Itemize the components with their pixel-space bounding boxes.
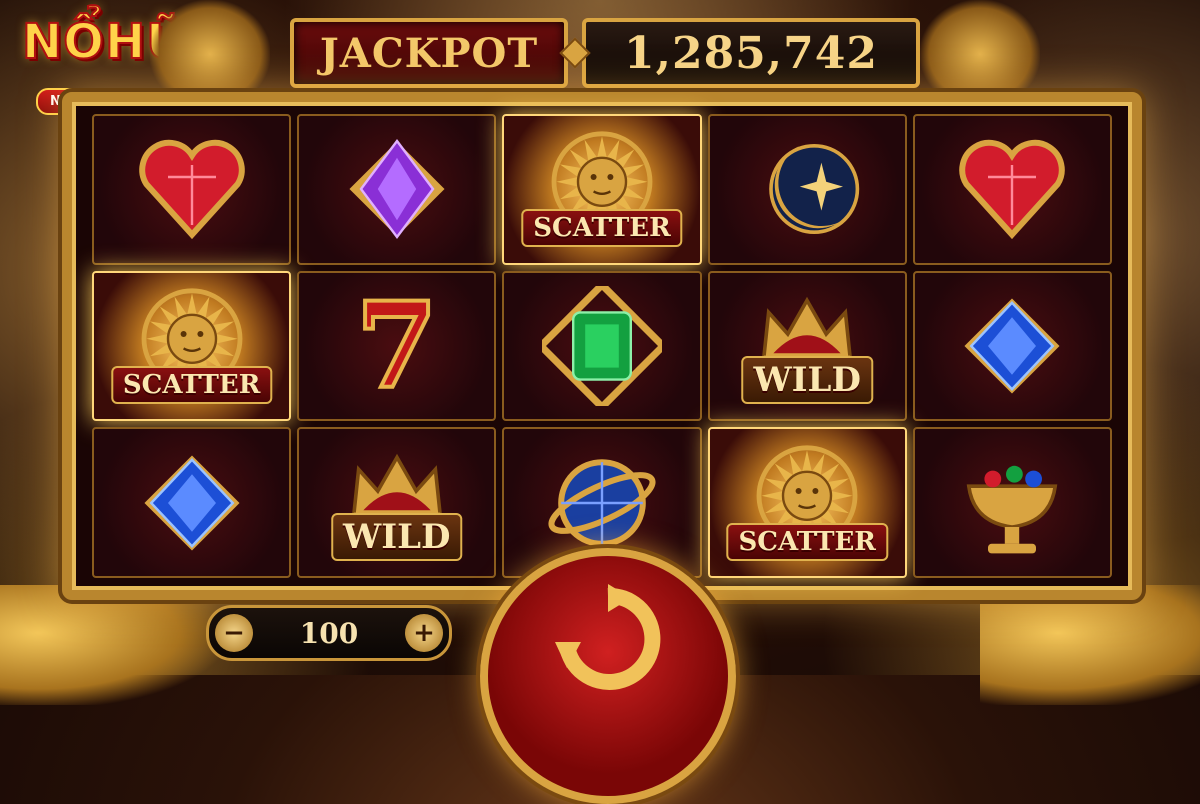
treasure-chalice-icon bbox=[952, 443, 1072, 563]
scatter-label: SCATTER bbox=[521, 209, 683, 248]
reel-cell-r0c1: SCATTER bbox=[92, 270, 292, 422]
diamond-amethyst-icon bbox=[337, 129, 457, 249]
jackpot-bar: JACKPOT 1,285,742 bbox=[290, 18, 920, 88]
scatter-sun-icon: SCATTER bbox=[110, 286, 273, 406]
bet-control: − 100 + bbox=[206, 605, 452, 661]
reel-cell-r3c0 bbox=[707, 114, 907, 265]
diamond-sapphire-icon bbox=[132, 443, 252, 563]
reel-cell-r2c0: SCATTER bbox=[502, 114, 702, 265]
refresh-arrow-icon bbox=[555, 584, 661, 690]
scatter-sun-icon: SCATTER bbox=[521, 129, 683, 249]
coin-pile-right bbox=[980, 585, 1200, 705]
jackpot-label: JACKPOT bbox=[290, 18, 568, 88]
reel-cell-r1c2: WILD bbox=[297, 427, 497, 578]
seven-glyph: 7 bbox=[354, 275, 440, 415]
reel-cell-r4c2 bbox=[912, 427, 1112, 578]
reel-cell-r3c2: SCATTER bbox=[707, 427, 907, 578]
reel-cell-r4c1 bbox=[912, 270, 1112, 422]
wild-label: WILD bbox=[741, 355, 873, 404]
griffin-right-icon bbox=[920, 0, 1040, 90]
reel-cell-r0c2 bbox=[92, 427, 292, 578]
reel-cell-r4c0 bbox=[912, 114, 1112, 265]
wild-crown-icon: WILD bbox=[331, 443, 463, 563]
lucky-seven-icon: 7 bbox=[337, 275, 457, 415]
spin-button[interactable] bbox=[480, 548, 736, 804]
coin-pile-left bbox=[0, 585, 220, 705]
heart-ruby-icon bbox=[132, 129, 252, 249]
moon-star-icon bbox=[747, 129, 867, 249]
heart-ruby-icon bbox=[952, 129, 1072, 249]
reel-frame: SCATTER SCATTER 7 WILD WILD SCATTER bbox=[62, 92, 1142, 600]
reel-cell-r1c0 bbox=[297, 114, 497, 265]
reel-cell-r2c1 bbox=[502, 270, 702, 422]
wild-crown-icon: WILD bbox=[741, 286, 873, 406]
scatter-label: SCATTER bbox=[110, 365, 273, 404]
griffin-left-icon bbox=[150, 0, 270, 90]
emerald-icon bbox=[541, 285, 662, 406]
diamond-sapphire-icon bbox=[952, 286, 1072, 406]
bet-decrease-button[interactable]: − bbox=[215, 614, 253, 652]
reel-cell-r0c0 bbox=[92, 114, 292, 265]
bet-increase-button[interactable]: + bbox=[405, 614, 443, 652]
globe-icon bbox=[542, 443, 662, 563]
reel-cell-r3c1: WILD bbox=[707, 270, 907, 422]
wild-label: WILD bbox=[331, 512, 463, 561]
reel-cell-r1c1: 7 bbox=[297, 270, 497, 422]
scatter-sun-icon: SCATTER bbox=[726, 443, 888, 563]
reel-grid: SCATTER SCATTER 7 WILD WILD SCATTER bbox=[92, 114, 1112, 578]
bet-value: 100 bbox=[299, 616, 359, 650]
jackpot-value: 1,285,742 bbox=[582, 18, 920, 88]
scatter-label: SCATTER bbox=[726, 522, 888, 561]
